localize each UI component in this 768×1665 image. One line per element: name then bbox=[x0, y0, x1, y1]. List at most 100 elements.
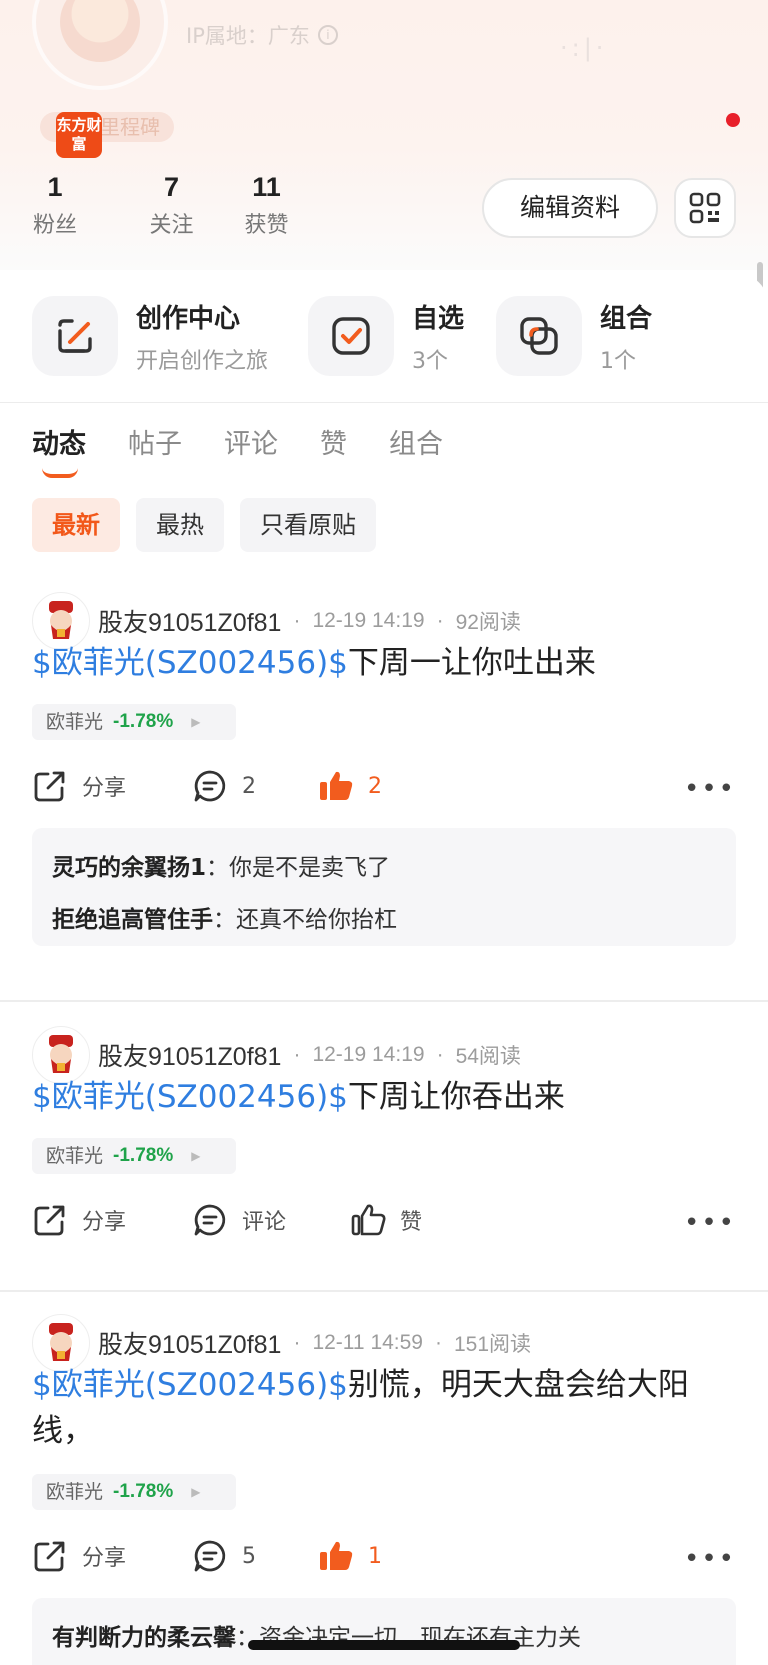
post-title[interactable]: $欧菲光(SZ002456)$下周一让你吐出来 bbox=[32, 640, 742, 686]
post-separator bbox=[0, 1290, 768, 1292]
stat-fans[interactable]: 1 粉丝 bbox=[30, 172, 80, 239]
profile-content: 创作中心 开启创作之旅 自选 3个 组合 1个 动态 帖子 评论 赞 组合 最新… bbox=[0, 274, 768, 1665]
like-button[interactable]: 1 bbox=[318, 1538, 382, 1574]
more-options-icon[interactable]: ••• bbox=[684, 1544, 736, 1574]
filter-latest[interactable]: 最新 bbox=[32, 498, 120, 552]
comment-icon bbox=[194, 1204, 226, 1236]
stock-link[interactable]: $欧菲光(SZ002456)$ bbox=[32, 1079, 348, 1115]
info-icon[interactable]: i bbox=[317, 25, 338, 45]
post-reads: 54阅读 bbox=[455, 1045, 521, 1068]
quick-entry-watchlist[interactable]: 自选 3个 bbox=[308, 296, 464, 376]
stock-tag-name: 欧菲光 bbox=[46, 1145, 104, 1167]
tab-likes[interactable]: 赞 bbox=[320, 422, 347, 461]
home-indicator[interactable] bbox=[248, 1640, 520, 1650]
comment-icon bbox=[194, 1540, 226, 1572]
like-button[interactable]: 2 bbox=[318, 768, 382, 804]
profile-stats: 1 粉丝 7 关注 11 获赞 bbox=[30, 172, 314, 239]
comment-button[interactable]: 2 bbox=[192, 768, 256, 804]
active-tab-indicator bbox=[42, 468, 78, 478]
post-title[interactable]: $欧菲光(SZ002456)$下周让你吞出来 bbox=[32, 1074, 742, 1120]
post-time: 12-19 14:19 bbox=[312, 609, 425, 632]
stat-following-value: 7 bbox=[163, 172, 180, 202]
stat-fans-value: 1 bbox=[47, 172, 63, 202]
quick-entry-portfolio[interactable]: 组合 1个 bbox=[496, 296, 652, 376]
stock-tag-change: -1.78% bbox=[113, 711, 174, 732]
stock-link[interactable]: $欧菲光(SZ002456)$ bbox=[32, 1367, 348, 1403]
post-dot: · bbox=[293, 1331, 301, 1354]
stat-following[interactable]: 7 关注 bbox=[124, 172, 219, 239]
comment-button[interactable]: 评论 bbox=[192, 1202, 286, 1238]
post-dot: · bbox=[436, 1043, 444, 1066]
filter-original-only[interactable]: 只看原贴 bbox=[240, 498, 376, 552]
share-label: 分享 bbox=[82, 1210, 127, 1235]
share-icon bbox=[34, 771, 65, 802]
stock-link[interactable]: $欧菲光(SZ002456)$ bbox=[32, 645, 348, 681]
like-count: 1 bbox=[368, 1543, 382, 1569]
post-text: 下周让你吞出来 bbox=[347, 1079, 565, 1115]
ip-location: IP属地：广东 i bbox=[186, 20, 338, 50]
post-dot: · bbox=[435, 1331, 442, 1354]
like-count: 2 bbox=[368, 773, 382, 799]
faded-header-decoration: ·:|· bbox=[560, 34, 608, 62]
filter-hot[interactable]: 最热 bbox=[136, 498, 224, 552]
notification-dot bbox=[726, 113, 740, 127]
share-icon bbox=[34, 1541, 65, 1572]
stock-tag[interactable]: 欧菲光 -1.78% ▶ bbox=[32, 704, 236, 740]
chevron-right-icon: ▶ bbox=[191, 1485, 201, 1499]
chevron-right-icon: ▶ bbox=[191, 715, 201, 729]
stat-fans-label: 粉丝 bbox=[32, 213, 77, 238]
comment-text: 你是不是卖飞了 bbox=[229, 855, 391, 881]
stat-likes-label: 获赞 bbox=[244, 213, 289, 238]
quick-entry-title: 组合 bbox=[600, 303, 653, 334]
comment-label: 评论 bbox=[242, 1210, 287, 1235]
stat-likes[interactable]: 11 获赞 bbox=[219, 172, 314, 239]
post-username[interactable]: 股友91051Z0f81 bbox=[98, 1325, 281, 1361]
like-button[interactable]: 赞 bbox=[350, 1202, 422, 1238]
comment-user[interactable]: 拒绝追高管住手 bbox=[52, 907, 213, 933]
tab-activity[interactable]: 动态 bbox=[32, 422, 86, 478]
more-options-icon[interactable]: ••• bbox=[684, 774, 736, 804]
more-options-icon[interactable]: ••• bbox=[684, 1208, 736, 1238]
share-label: 分享 bbox=[82, 1546, 127, 1571]
post-text: 下周一让你吐出来 bbox=[347, 645, 596, 681]
profile-avatar[interactable] bbox=[32, 0, 168, 90]
comment-user[interactable]: 有判断力的柔云馨 bbox=[52, 1625, 236, 1651]
post-username[interactable]: 股友91051Z0f81 bbox=[98, 1037, 281, 1073]
qr-code-icon bbox=[689, 192, 721, 224]
quick-entry-sub: 开启创作之旅 bbox=[136, 348, 269, 374]
quick-entry-title: 自选 bbox=[412, 303, 465, 334]
post-actions: 分享 5 1 ••• bbox=[32, 1538, 736, 1582]
post-title[interactable]: $欧菲光(SZ002456)$别慌，明天大盘会给大阳线， bbox=[32, 1362, 742, 1454]
comment-button[interactable]: 5 bbox=[192, 1538, 256, 1574]
checkbox-icon bbox=[308, 296, 394, 376]
edit-profile-button[interactable]: 编辑资料 bbox=[482, 178, 658, 238]
comment-user[interactable]: 灵巧的余翼扬1 bbox=[52, 855, 206, 881]
qr-code-button[interactable] bbox=[674, 178, 736, 238]
comment-colon: ： bbox=[206, 855, 230, 881]
post-separator bbox=[0, 1000, 768, 1002]
quick-entries: 创作中心 开启创作之旅 自选 3个 组合 1个 bbox=[0, 296, 768, 396]
comment-line: 有判断力的柔云馨：资金决定一切，现在还有主力关 bbox=[52, 1612, 716, 1664]
comment-count: 5 bbox=[242, 1543, 256, 1569]
quick-entry-sub: 3个 bbox=[412, 348, 448, 374]
tab-comments[interactable]: 评论 bbox=[224, 422, 278, 461]
stock-tag[interactable]: 欧菲光 -1.78% ▶ bbox=[32, 1474, 236, 1510]
tab-posts[interactable]: 帖子 bbox=[128, 422, 182, 461]
share-button[interactable]: 分享 bbox=[32, 1202, 126, 1238]
post-username[interactable]: 股友91051Z0f81 bbox=[98, 603, 281, 639]
post-comments[interactable]: 灵巧的余翼扬1：你是不是卖飞了 拒绝追高管住手：还真不给你抬杠 bbox=[32, 828, 736, 946]
tab-label: 动态 bbox=[32, 429, 86, 460]
post-actions: 分享 评论 赞 ••• bbox=[32, 1202, 736, 1246]
post-comments[interactable]: 有判断力的柔云馨：资金决定一切，现在还有主力关 bbox=[32, 1598, 736, 1665]
quick-entry-creation[interactable]: 创作中心 开启创作之旅 bbox=[32, 296, 268, 376]
tab-portfolio[interactable]: 组合 bbox=[389, 422, 443, 461]
share-button[interactable]: 分享 bbox=[32, 1538, 126, 1574]
share-button[interactable]: 分享 bbox=[32, 768, 126, 804]
post-time: 12-11 14:59 bbox=[312, 1331, 423, 1354]
chevron-right-icon: ▶ bbox=[191, 1149, 201, 1163]
stock-tag[interactable]: 欧菲光 -1.78% ▶ bbox=[32, 1138, 236, 1174]
comment-line: 灵巧的余翼扬1：你是不是卖飞了 bbox=[52, 842, 716, 894]
avatar-image bbox=[60, 0, 140, 62]
stat-following-label: 关注 bbox=[149, 213, 194, 238]
post-reads: 92阅读 bbox=[455, 611, 521, 634]
